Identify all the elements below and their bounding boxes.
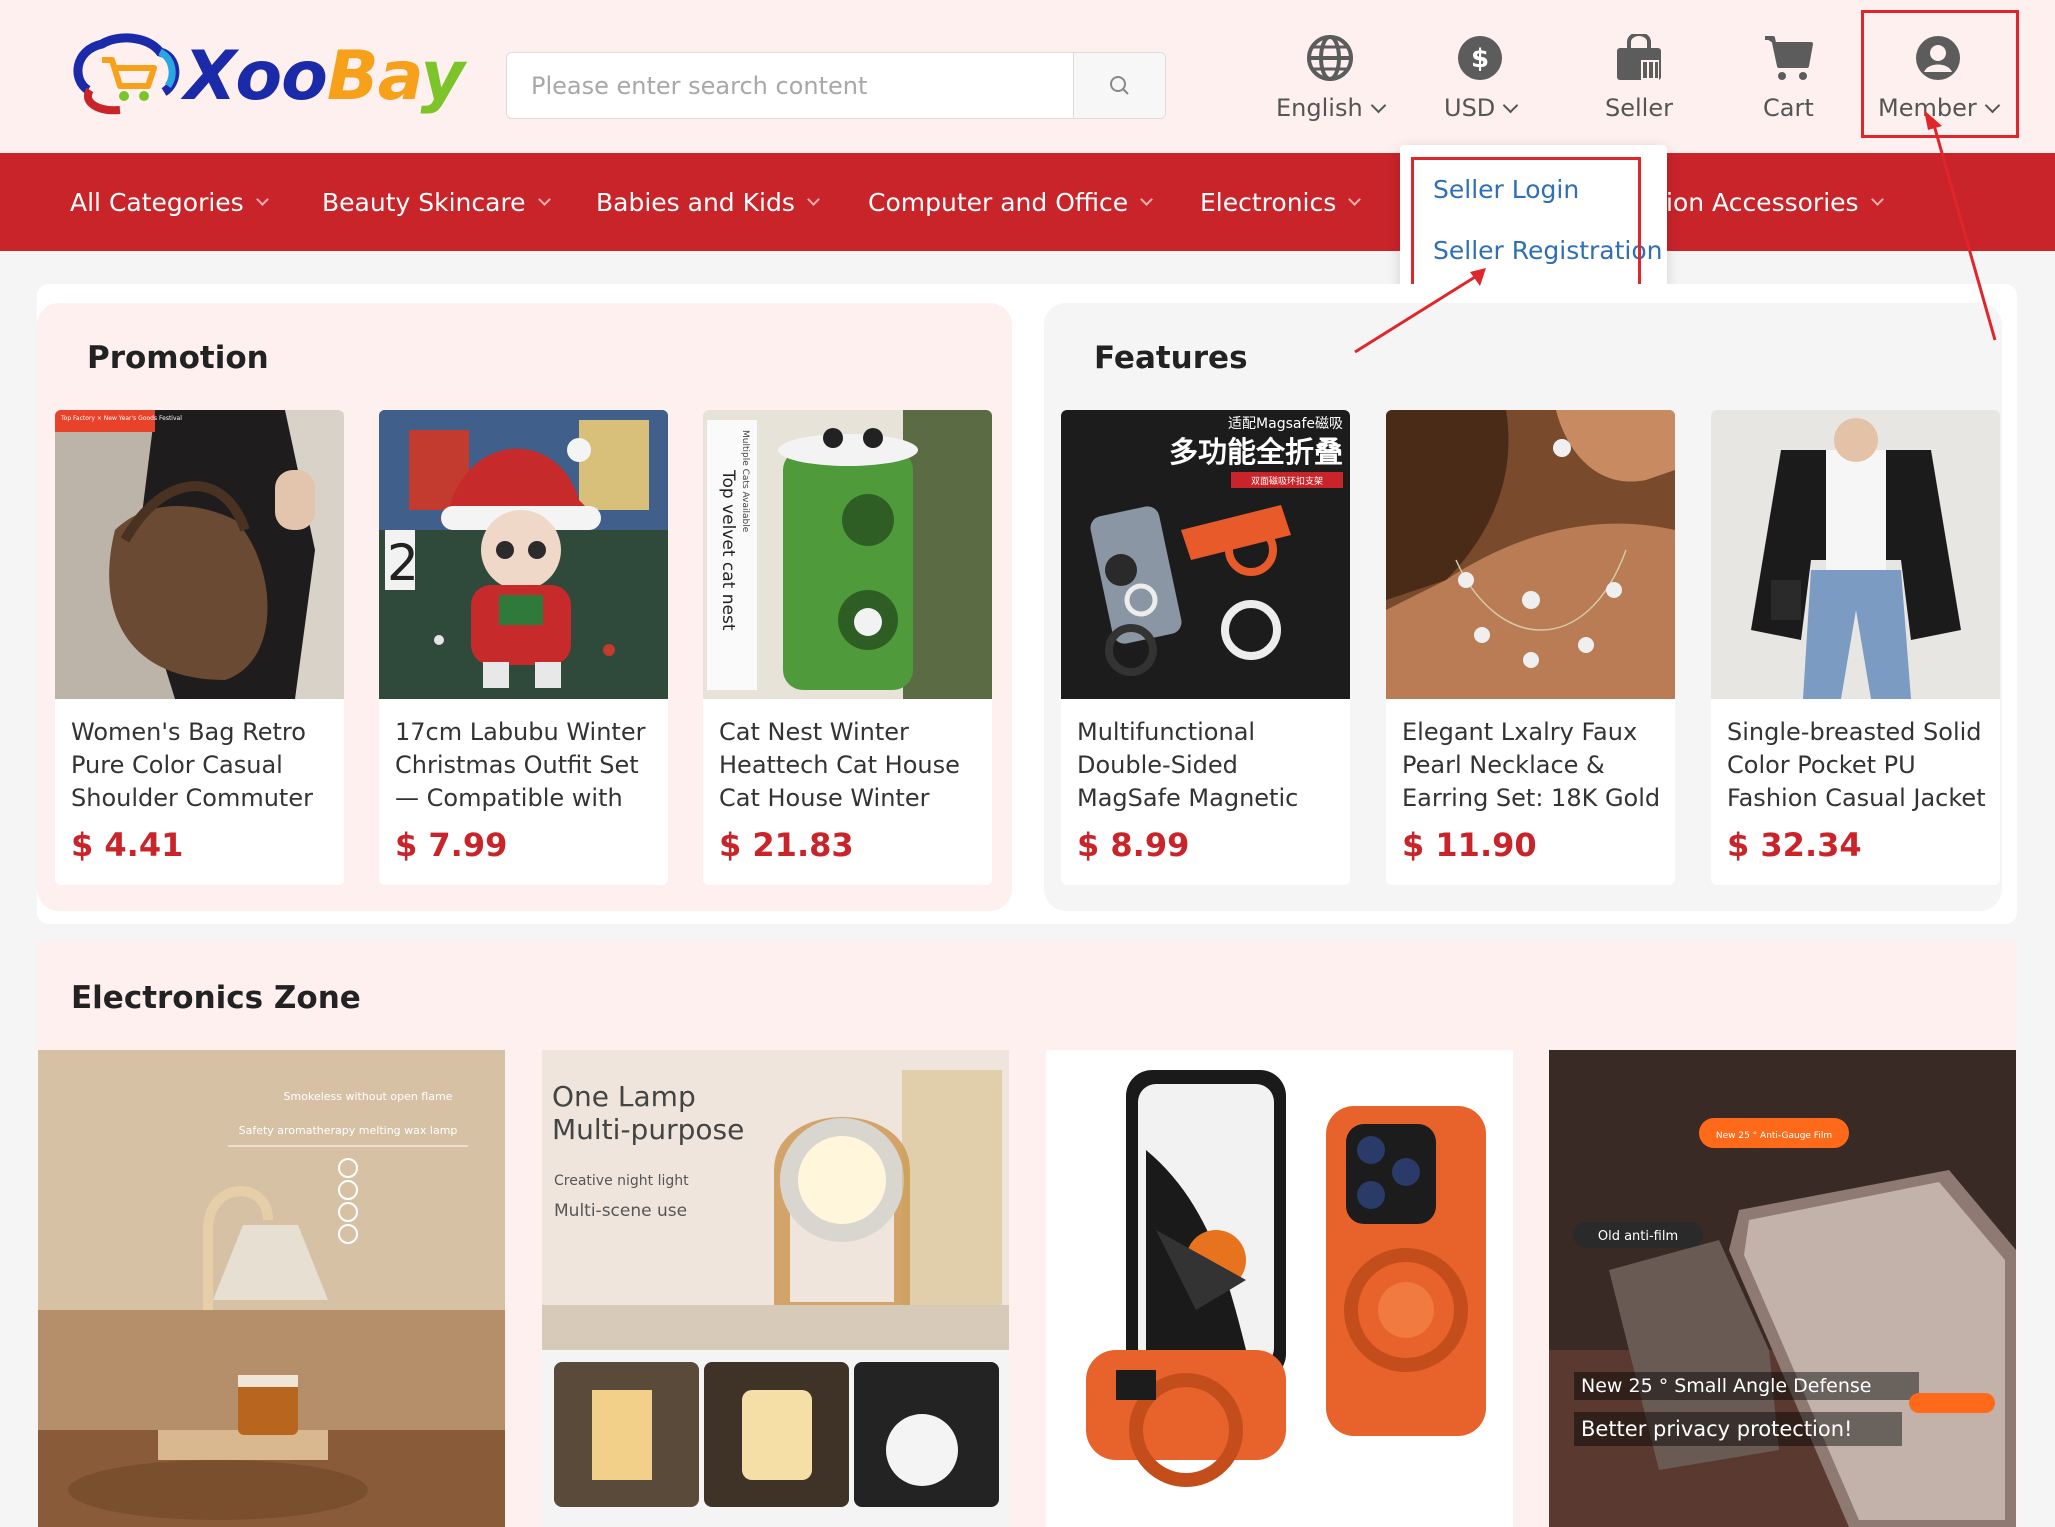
product-image-cat-nest: Top velvet cat nest Multiple Cats Availa… <box>703 410 992 699</box>
privacy-film-tag: New 25 ° Anti-Gauge Film <box>1716 1131 1832 1141</box>
chevron-down-icon <box>806 192 820 206</box>
product-name: 17cm Labubu Winter Christmas Outfit Set … <box>395 718 646 812</box>
logo-wordmark: XooBay <box>184 36 465 116</box>
product-image-womens-bag: Top Factory × New Year's Goods Festival <box>55 410 344 699</box>
category-label: Babies and Kids <box>596 187 795 217</box>
product-card[interactable]: Top velvet cat nest Multiple Cats Availa… <box>703 410 992 885</box>
electronics-item-phone-case[interactable] <box>1046 1050 1513 1527</box>
magsafe-overlay-main: 多功能全折叠 <box>1169 435 1343 469</box>
logo-text-ba: Ba <box>326 36 422 116</box>
magsafe-overlay-tag: 双面磁吸环扣支架 <box>1251 475 1323 487</box>
dollar-icon: $ <box>1458 36 1503 80</box>
wax-lamp-line1: Smokeless without open flame <box>284 1090 453 1103</box>
cart-logo-icon <box>68 30 180 122</box>
cat-nest-overlay: Top velvet cat nest <box>718 469 738 631</box>
svg-text:2: 2 <box>387 534 419 592</box>
privacy-film-caption2: Better privacy protection! <box>1581 1417 1852 1441</box>
logo-text-xoo: Xoo <box>184 36 328 116</box>
category-electronics[interactable]: Electronics <box>1200 153 1362 251</box>
electronics-zone-title: Electronics Zone <box>71 980 361 1016</box>
promotion-title: Promotion <box>87 340 269 376</box>
product-price: $ 4.41 <box>71 826 184 864</box>
night-lamp-line1: One Lamp <box>552 1080 696 1113</box>
product-name: Women's Bag Retro Pure Color Casual Shou… <box>71 718 313 812</box>
category-label: ion Accessories <box>1666 187 1859 217</box>
category-beauty-skincare[interactable]: Beauty Skincare <box>322 153 551 251</box>
product-name: Single-breasted Solid Color Pocket PU Fa… <box>1727 718 1986 812</box>
chevron-down-icon <box>255 192 269 206</box>
product-price: $ 21.83 <box>719 826 854 864</box>
xoobay-logo[interactable]: XooBay <box>68 26 465 126</box>
currency-label: USD <box>1444 94 1496 122</box>
product-name: Elegant Lxalry Faux Pearl Necklace & Ear… <box>1402 718 1661 812</box>
category-label: Computer and Office <box>868 187 1129 217</box>
night-lamp-line2: Multi-purpose <box>552 1113 744 1146</box>
search-button[interactable] <box>1073 53 1165 118</box>
globe-icon <box>1306 35 1353 81</box>
category-computer-office[interactable]: Computer and Office <box>868 153 1154 251</box>
product-card[interactable]: 2 17cm Labubu Winter Christmas Outfit Se… <box>379 410 668 885</box>
language-label: English <box>1276 94 1363 122</box>
chevron-down-icon <box>537 192 551 206</box>
chevron-down-icon <box>1503 97 1519 113</box>
cart-icon <box>1765 36 1814 80</box>
annotation-box-member <box>1861 10 2019 138</box>
search-bar <box>506 52 1166 119</box>
product-name: Cat Nest Winter Heattech Cat House Cat H… <box>719 718 960 812</box>
svg-text:$: $ <box>1471 44 1489 74</box>
night-lamp-line4: Multi-scene use <box>554 1201 687 1221</box>
chevron-down-icon <box>1370 97 1386 113</box>
chevron-down-icon <box>1348 192 1362 206</box>
product-price: $ 32.34 <box>1727 826 1862 864</box>
category-label: Beauty Skincare <box>322 187 526 217</box>
product-card[interactable]: Top Factory × New Year's Goods Festival … <box>55 410 344 885</box>
product-price: $ 11.90 <box>1402 826 1537 864</box>
night-lamp-line3: Creative night light <box>554 1173 689 1189</box>
electronics-item-night-lamp[interactable]: One Lamp Multi-purpose Creative night li… <box>542 1050 1009 1527</box>
seller-label: Seller <box>1605 94 1673 122</box>
category-babies-kids[interactable]: Babies and Kids <box>596 153 820 251</box>
site-header: XooBay English $ USD <box>0 0 2055 153</box>
product-card[interactable]: Elegant Lxalry Faux Pearl Necklace & Ear… <box>1386 410 1675 885</box>
category-label: All Categories <box>70 187 244 217</box>
category-all[interactable]: All Categories <box>70 153 269 251</box>
category-fashion-accessories[interactable]: ion Accessories <box>1666 153 1884 251</box>
product-name: Multifunctional Double-Sided MagSafe Mag… <box>1077 718 1299 812</box>
privacy-film-old: Old anti-film <box>1598 1229 1678 1244</box>
product-card[interactable]: Single-breasted Solid Color Pocket PU Fa… <box>1711 410 2000 885</box>
product-image-pu-jacket <box>1711 410 2000 699</box>
product-image-magsafe-holder: 适配Magsafe磁吸 多功能全折叠 双面磁吸环扣支架 <box>1061 410 1350 699</box>
search-input[interactable] <box>507 53 1073 118</box>
search-icon <box>1109 75 1129 95</box>
electronics-item-wax-lamp[interactable]: Smokeless without open flame Safety arom… <box>38 1050 505 1527</box>
privacy-film-caption1: New 25 ° Small Angle Defense <box>1581 1375 1871 1397</box>
product-price: $ 8.99 <box>1077 826 1190 864</box>
wax-lamp-line2: Safety aromatherapy melting wax lamp <box>239 1124 458 1137</box>
product-image-labubu: 2 <box>379 410 668 699</box>
promo-badge-text: Top Factory × New Year's Goods Festival <box>60 415 182 422</box>
features-title: Features <box>1094 340 1248 376</box>
cat-nest-overlay-2: Multiple Cats Available <box>740 430 750 533</box>
cart-link[interactable]: Cart <box>1763 30 1814 122</box>
electronics-item-privacy-film[interactable]: New 25 ° Anti-Gauge Film Old anti-film N… <box>1549 1050 2016 1527</box>
category-bar: All Categories Beauty Skincare Babies an… <box>0 153 2055 251</box>
language-selector[interactable]: English <box>1276 30 1386 122</box>
product-image-pearl-necklace <box>1386 410 1675 699</box>
currency-selector[interactable]: $ USD <box>1444 30 1519 122</box>
product-price: $ 7.99 <box>395 826 508 864</box>
annotation-box-seller-dropdown <box>1411 157 1641 291</box>
chevron-down-icon <box>1140 192 1154 206</box>
category-label: Electronics <box>1200 187 1337 217</box>
cart-label: Cart <box>1763 94 1814 122</box>
chevron-down-icon <box>1870 192 1884 206</box>
seller-menu[interactable]: Seller <box>1605 30 1673 122</box>
shop-bag-icon <box>1616 34 1661 80</box>
magsafe-overlay-top: 适配Magsafe磁吸 <box>1228 416 1343 432</box>
logo-text-y: y <box>420 36 465 116</box>
product-card[interactable]: 适配Magsafe磁吸 多功能全折叠 双面磁吸环扣支架 Multifunctio… <box>1061 410 1350 885</box>
